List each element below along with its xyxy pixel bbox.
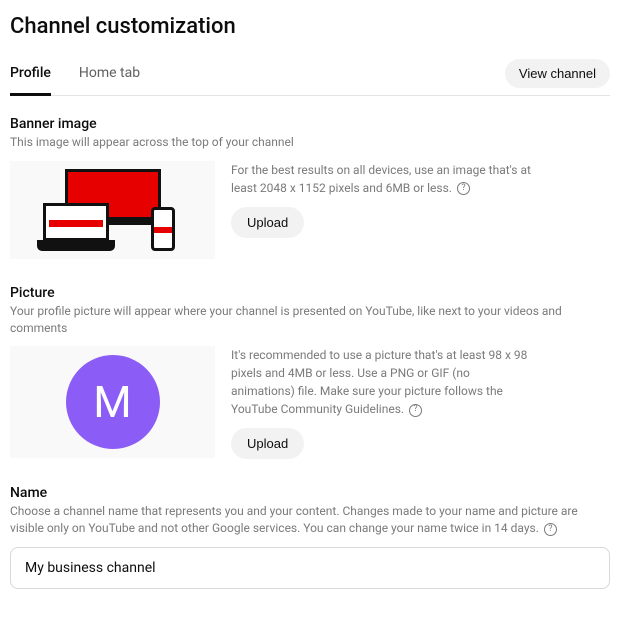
name-desc: Choose a channel name that represents yo… <box>10 503 610 537</box>
banner-devices-icon <box>43 169 183 251</box>
help-icon[interactable]: ? <box>409 404 422 417</box>
picture-title: Picture <box>10 285 610 301</box>
banner-desc: This image will appear across the top of… <box>10 134 610 151</box>
avatar: M <box>66 355 160 449</box>
banner-upload-button[interactable]: Upload <box>231 207 304 238</box>
banner-title: Banner image <box>10 116 610 132</box>
picture-preview: M <box>10 346 215 458</box>
help-icon[interactable]: ? <box>544 523 557 536</box>
picture-hint-text: It's recommended to use a picture that's… <box>231 348 527 416</box>
tab-profile[interactable]: Profile <box>10 57 51 96</box>
name-desc-text: Choose a channel name that represents yo… <box>10 504 578 535</box>
view-channel-button[interactable]: View channel <box>505 59 610 88</box>
tabs-row: Profile Home tab View channel <box>10 57 610 96</box>
name-title: Name <box>10 485 610 501</box>
picture-desc: Your profile picture will appear where y… <box>10 303 610 337</box>
banner-hint: For the best results on all devices, use… <box>231 161 531 197</box>
page-title: Channel customization <box>10 14 610 39</box>
name-section: Name Choose a channel name that represen… <box>10 485 610 589</box>
help-icon[interactable]: ? <box>457 182 470 195</box>
picture-hint: It's recommended to use a picture that's… <box>231 346 531 418</box>
banner-section: Banner image This image will appear acro… <box>10 116 610 259</box>
tab-home[interactable]: Home tab <box>79 57 140 96</box>
channel-name-input[interactable] <box>10 547 610 589</box>
tabs: Profile Home tab <box>10 57 140 95</box>
picture-upload-button[interactable]: Upload <box>231 428 304 459</box>
picture-section: Picture Your profile picture will appear… <box>10 285 610 460</box>
banner-preview <box>10 161 215 259</box>
banner-hint-text: For the best results on all devices, use… <box>231 163 531 195</box>
